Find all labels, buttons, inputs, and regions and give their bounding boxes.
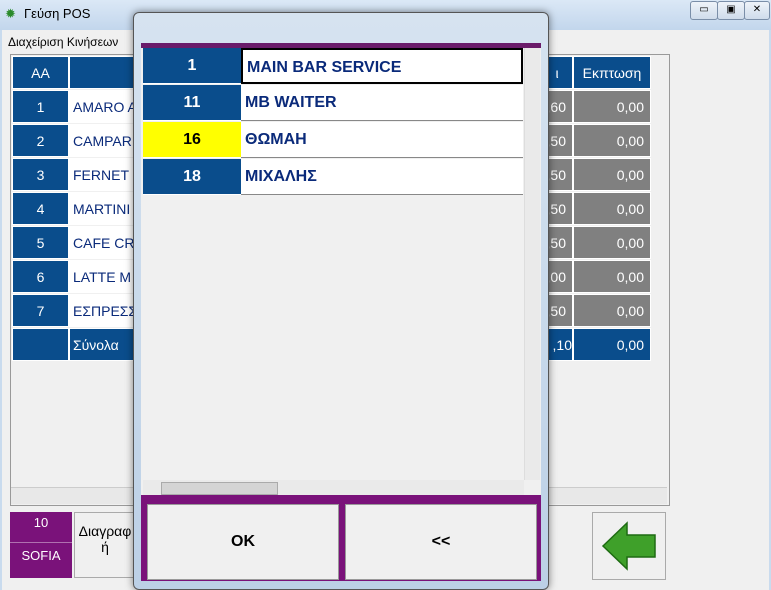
row-discount: 0,00 (573, 90, 651, 123)
row-number: 6 (12, 260, 69, 293)
row-discount: 0,00 (573, 260, 651, 293)
app-title: Γεύση POS (24, 6, 91, 21)
row-item-name: CAMPARI (69, 124, 139, 157)
row-discount: 0,00 (573, 158, 651, 191)
row-number: 7 (12, 294, 69, 327)
close-button[interactable]: ✕ (744, 1, 770, 20)
list-item-number: 1 (143, 48, 241, 84)
arrow-left-icon (601, 521, 656, 571)
waiter-list: 1 MAIN BAR SERVICE 11 MB WAITER 16 ΘΩΜΑΗ 18 ΜΙΧ… (141, 43, 541, 500)
row-discount: 0,00 (573, 192, 651, 225)
list-vertical-scrollbar[interactable] (524, 48, 540, 480)
header-aa: AA (12, 56, 69, 89)
row-number: 2 (12, 124, 69, 157)
list-item-name: MB WAITER (241, 85, 523, 121)
row-item-name: AMARO A (69, 90, 139, 123)
row-discount: 0,00 (573, 124, 651, 157)
list-item-name: ΜΙΧΑΛΗΣ (241, 159, 523, 195)
selection-dialog: 1 MAIN BAR SERVICE 11 MB WAITER 16 ΘΩΜΑΗ 18 ΜΙΧ… (133, 12, 549, 590)
header-name (69, 56, 139, 89)
totals-discount: 0,00 (573, 328, 651, 361)
page-title: Διαχείριση Κινήσεων (8, 35, 119, 49)
row-item-name: ΕΣΠΡΕΣΣ (69, 294, 139, 327)
row-number: 3 (12, 158, 69, 191)
row-item-name: FERNET (69, 158, 139, 191)
dialog-button-bar: OK << (141, 495, 541, 581)
list-horizontal-scrollbar[interactable] (143, 480, 524, 496)
list-item-name: MAIN BAR SERVICE (241, 48, 523, 84)
row-number: 4 (12, 192, 69, 225)
row-item-name: LATTE M (69, 260, 139, 293)
ok-button[interactable]: OK (147, 504, 339, 580)
totals-spacer (12, 328, 69, 361)
user-badge[interactable]: 10 SOFIA (10, 512, 72, 578)
row-discount: 0,00 (573, 294, 651, 327)
row-item-name: CAFE CR (69, 226, 139, 259)
list-item-name: ΘΩΜΑΗ (241, 122, 523, 158)
list-item-number: 16 (143, 122, 241, 158)
user-id: 10 (10, 512, 72, 543)
scrollbar-thumb[interactable] (161, 482, 278, 495)
row-discount: 0,00 (573, 226, 651, 259)
row-number: 1 (12, 90, 69, 123)
back-button[interactable]: << (345, 504, 537, 580)
list-item-number: 18 (143, 159, 241, 195)
minimize-button[interactable]: ▭ (690, 1, 718, 20)
maximize-button[interactable]: ▣ (717, 1, 745, 20)
delete-button[interactable]: Διαγραφ ή (74, 512, 136, 578)
list-item-number: 11 (143, 85, 241, 121)
row-number: 5 (12, 226, 69, 259)
totals-label: Σύνολα (69, 328, 139, 361)
back-arrow-button[interactable] (592, 512, 666, 580)
header-discount: Εκπτωση (573, 56, 651, 89)
row-item-name: MARTINI (69, 192, 139, 225)
user-name: SOFIA (21, 548, 61, 563)
app-icon: ✹ (5, 6, 16, 21)
